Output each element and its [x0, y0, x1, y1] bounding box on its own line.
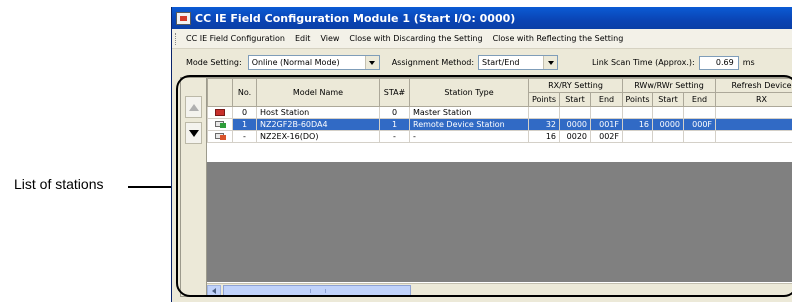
- host-station-icon: [214, 108, 226, 117]
- cell-rx-start: [559, 106, 591, 119]
- scroll-left-icon[interactable]: [207, 285, 221, 297]
- cell-model-name: Host Station: [256, 106, 380, 119]
- list-of-stations-caption: List of stations: [14, 176, 104, 192]
- header-no: No.: [232, 78, 257, 107]
- cell-station-type: Remote Device Station: [409, 118, 529, 131]
- cell-rw-start: 0000: [652, 118, 684, 131]
- table-row[interactable]: - NZ2EX-16(DO) - - 16 0020 002F: [207, 130, 792, 143]
- row-icon-cell: [207, 130, 233, 143]
- cell-rw-end: 000F: [682, 118, 717, 131]
- cell-rw-points: [622, 106, 653, 119]
- window-title: CC IE Field Configuration Module 1 (Star…: [195, 11, 516, 25]
- header-sta[interactable]: STA#: [379, 78, 410, 107]
- move-up-button[interactable]: [185, 96, 202, 118]
- row-icon-cell: [207, 106, 233, 119]
- empty-list-area: [207, 162, 792, 282]
- cell-no: -: [232, 130, 257, 143]
- assignment-method-label: Assignment Method:: [391, 58, 475, 67]
- cell-rx-end: 001F: [590, 118, 623, 131]
- menu-close-reflect[interactable]: Close with Reflecting the Setting: [488, 34, 629, 43]
- configuration-window: CC IE Field Configuration Module 1 (Star…: [171, 7, 792, 302]
- cell-no: 0: [232, 106, 257, 119]
- cell-rx-start: 0020: [559, 130, 591, 143]
- menu-cc-ie-field-configuration[interactable]: CC IE Field Configuration: [181, 34, 290, 43]
- station-list-panel: No. Model Name STA# Station Type RX/RY S…: [180, 77, 792, 297]
- header-refresh-device: Refresh Device: [715, 78, 792, 93]
- row-icon-cell: [207, 118, 233, 131]
- caption-leader-line: [128, 186, 176, 188]
- row-move-bar: [181, 78, 207, 296]
- cell-rx-end: [590, 106, 623, 119]
- header-rx-points: Points: [528, 92, 560, 107]
- cell-sta: -: [379, 130, 410, 143]
- cell-no: 1: [232, 118, 257, 131]
- header-rwwrwr-setting: RWw/RWr Setting: [621, 78, 717, 93]
- link-scan-time-unit: ms: [742, 58, 755, 67]
- cell-refresh: [715, 106, 792, 119]
- station-table: No. Model Name STA# Station Type RX/RY S…: [207, 78, 792, 143]
- header-rx-end: End: [590, 92, 623, 107]
- cell-station-type: Master Station: [409, 106, 529, 119]
- title-bar: CC IE Field Configuration Module 1 (Star…: [172, 7, 792, 29]
- cell-rw-start: [652, 106, 684, 119]
- cell-rx-points: 32: [528, 118, 560, 131]
- menu-bar: CC IE Field Configuration Edit View Clos…: [172, 29, 792, 49]
- app-icon: [176, 11, 191, 25]
- header-icon: [207, 78, 233, 107]
- header-rw-points: Points: [622, 92, 653, 107]
- header-rw-end: End: [682, 92, 717, 107]
- cell-model-name: NZ2EX-16(DO): [256, 130, 380, 143]
- cell-rw-points: [622, 130, 653, 143]
- chevron-down-icon[interactable]: [364, 56, 379, 69]
- menu-edit[interactable]: Edit: [290, 34, 316, 43]
- cell-rw-end: [682, 106, 717, 119]
- cell-rw-end: [682, 130, 717, 143]
- header-rx-start: Start: [559, 92, 591, 107]
- cell-rx-points: 16: [528, 130, 560, 143]
- cell-model-name: NZ2GF2B-60DA4: [256, 118, 380, 131]
- header-rxry-setting: RX/RY Setting: [528, 78, 623, 93]
- move-down-button[interactable]: [185, 122, 202, 144]
- link-scan-time-field: 0.69: [698, 55, 739, 70]
- table-row[interactable]: 1 NZ2GF2B-60DA4 1 Remote Device Station …: [207, 118, 792, 131]
- cell-rw-points: 16: [622, 118, 653, 131]
- chevron-down-icon[interactable]: [543, 56, 558, 69]
- cell-sta: 1: [379, 118, 410, 131]
- cell-refresh: [715, 118, 792, 131]
- menu-grip: [175, 32, 177, 45]
- mode-setting-value: Online (Normal Mode): [251, 58, 340, 67]
- header-rw-start: Start: [652, 92, 684, 107]
- mode-setting-select[interactable]: Online (Normal Mode): [247, 55, 380, 70]
- menu-close-discard[interactable]: Close with Discarding the Setting: [344, 34, 487, 43]
- remote-device-icon: [214, 120, 226, 129]
- menu-view[interactable]: View: [315, 34, 344, 43]
- extension-module-icon: [214, 132, 226, 141]
- assignment-method-value: Start/End: [482, 58, 520, 67]
- header-station-type[interactable]: Station Type: [409, 78, 529, 107]
- cell-rx-points: [528, 106, 560, 119]
- settings-toolbar: Mode Setting: Online (Normal Mode) Assig…: [172, 50, 792, 75]
- link-scan-time-label: Link Scan Time (Approx.):: [592, 58, 695, 67]
- cell-rw-start: [652, 130, 684, 143]
- cell-rx-start: 0000: [559, 118, 591, 131]
- horizontal-scrollbar[interactable]: [207, 283, 792, 297]
- cell-rx-end: 002F: [590, 130, 623, 143]
- header-model-name[interactable]: Model Name: [256, 78, 380, 107]
- assignment-method-select[interactable]: Start/End: [478, 55, 559, 70]
- table-row[interactable]: 0 Host Station 0 Master Station: [207, 106, 792, 119]
- cell-station-type: -: [409, 130, 529, 143]
- mode-setting-label: Mode Setting:: [186, 58, 242, 67]
- scroll-thumb[interactable]: [223, 285, 411, 297]
- header-refresh-rx: RX: [715, 92, 792, 107]
- cell-refresh: [715, 130, 792, 143]
- cell-sta: 0: [379, 106, 410, 119]
